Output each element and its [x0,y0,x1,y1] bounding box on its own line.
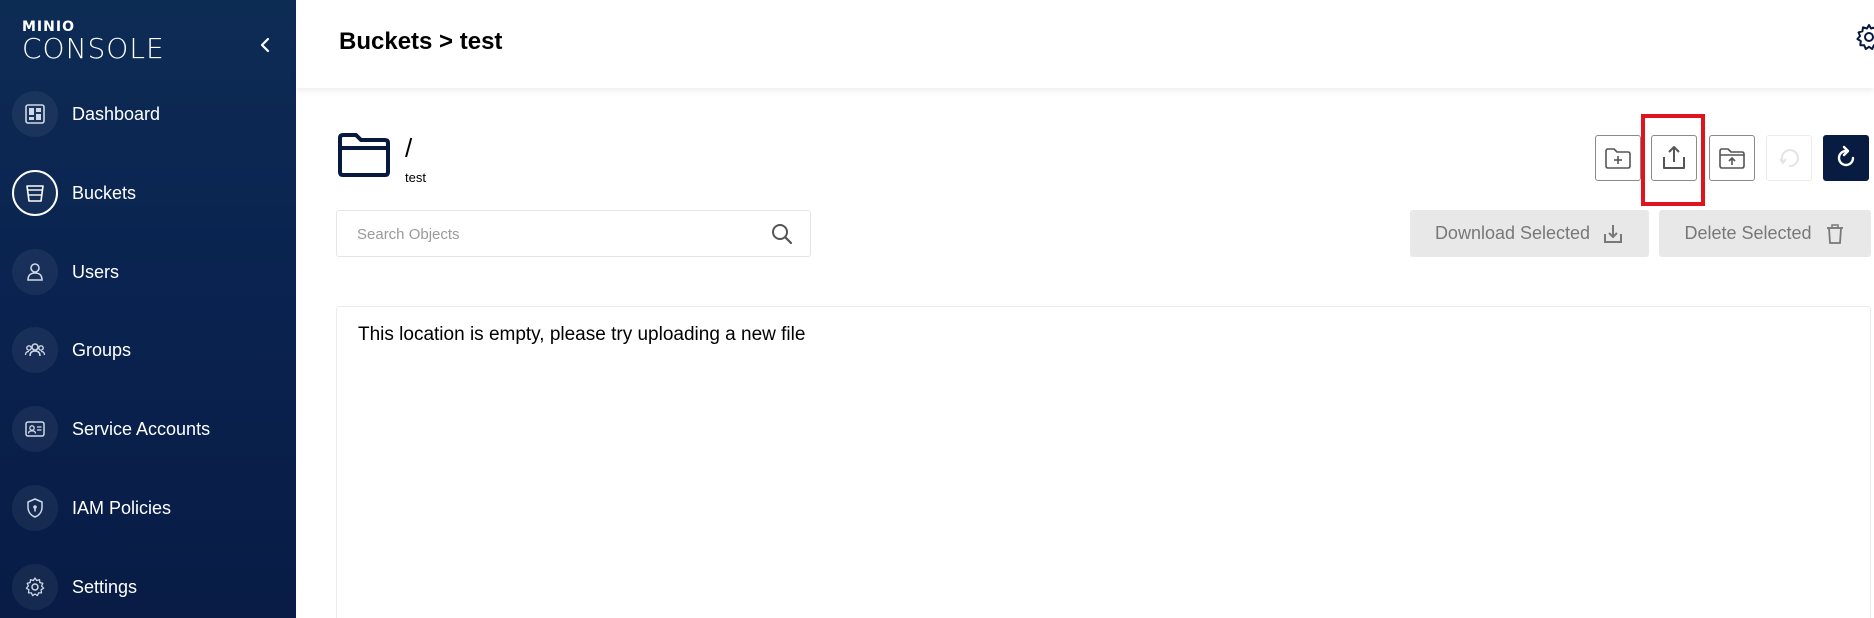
delete-selected-label: Delete Selected [1684,223,1812,243]
sidebar-item-dashboard[interactable]: Dashboard [12,91,284,137]
bucket-icon [12,170,58,216]
search-box [336,210,811,257]
rewind-button[interactable] [1766,135,1812,181]
sidebar-item-label: IAM Policies [72,497,172,518]
dashboard-icon [12,91,58,137]
upload-file-button[interactable] [1651,135,1697,181]
upload-folder-icon [1719,148,1745,169]
download-selected-button[interactable]: Download Selected [1410,210,1649,257]
sidebar-item-label: Dashboard [72,103,161,124]
create-folder-button[interactable] [1595,135,1641,181]
shield-icon [12,485,58,531]
gear-icon [12,564,58,610]
minio-console-logo[interactable]: MINIO CONSOLE [22,20,165,64]
logo-text-big: CONSOLE [22,32,165,65]
sidebar-item-service-accounts[interactable]: Service Accounts [12,406,284,452]
sidebar-item-label: Buckets [72,182,137,203]
sidebar-item-groups[interactable]: Groups [12,327,284,373]
collapse-sidebar-button[interactable] [254,34,276,56]
sidebar-item-users[interactable]: Users [12,249,284,295]
refresh-icon [1837,145,1855,167]
delete-selected-button[interactable]: Delete Selected [1659,210,1871,257]
sidebar-item-label: Service Accounts [72,418,211,439]
header-gear-icon[interactable] [1854,22,1874,52]
bucket-name: test [405,170,426,185]
object-list-panel: This location is empty, please try uploa… [336,306,1871,618]
search-icon[interactable] [770,222,794,246]
search-input[interactable] [357,224,757,244]
page-header: Buckets > test [296,0,1874,88]
download-selected-label: Download Selected [1434,223,1591,243]
sidebar-item-buckets[interactable]: Buckets [12,170,284,216]
upload-file-icon [1663,146,1685,169]
upload-folder-button[interactable] [1709,135,1755,181]
chevron-left-icon [260,37,270,53]
user-icon [12,249,58,295]
refresh-button[interactable] [1823,135,1869,181]
sidebar-item-label: Groups [72,339,132,360]
current-path: / [405,133,413,163]
sidebar-item-label: Users [72,261,120,282]
trash-icon [1826,223,1843,244]
sidebar-item-label: Settings [72,576,138,597]
sidebar-item-iam-policies[interactable]: IAM Policies [12,485,284,531]
folder-icon [338,133,390,177]
download-icon [1604,224,1623,243]
sidebar-item-settings[interactable]: Settings [12,564,284,610]
service-accounts-icon [12,406,58,452]
breadcrumb[interactable]: Buckets > test [339,28,502,56]
sidebar: MINIO CONSOLE Dashboard Buckets Users Gr… [0,0,296,618]
create-folder-icon [1605,148,1631,169]
rewind-icon [1779,149,1799,168]
empty-location-message: This location is empty, please try uploa… [358,324,806,345]
groups-icon [12,327,58,373]
